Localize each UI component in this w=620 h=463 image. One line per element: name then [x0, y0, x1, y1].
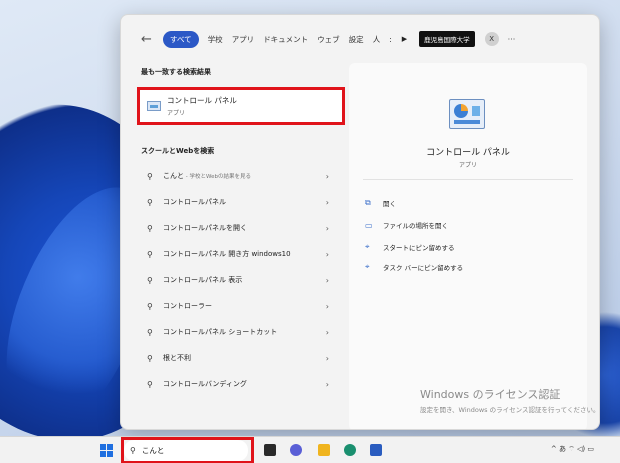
pin-icon: ⌖	[365, 242, 370, 251]
search-icon: ⚲	[147, 353, 153, 363]
filter-overflow[interactable]: :	[389, 35, 392, 44]
search-icon: ⚲	[147, 379, 153, 389]
suggestion-item[interactable]: ⚲ こんと - 学校とWebの結果を見る ›	[135, 166, 345, 186]
suggestion-text: コントロールパネル 開き方 windows10	[163, 250, 291, 258]
suggestion-text: コントロールパネルを開く	[163, 224, 247, 232]
suggestion-text: コントロールパネル 表示	[163, 276, 243, 284]
back-arrow-icon[interactable]: ←	[141, 32, 159, 47]
chat-icon[interactable]	[290, 444, 302, 456]
windows-start-icon[interactable]	[100, 444, 113, 457]
best-match-header: 最も一致する検索結果	[141, 68, 211, 76]
divider	[363, 179, 573, 180]
action-label: タスク バーにピン留めする	[383, 264, 464, 272]
search-icon: ⚲	[147, 249, 153, 259]
filter-documents[interactable]: ドキュメント	[263, 34, 308, 45]
best-match-item[interactable]: コントロール パネル アプリ	[139, 89, 345, 123]
web-search-header: スクールとWebを検索	[141, 147, 215, 155]
chevron-right-icon: ›	[325, 353, 329, 363]
watermark-text: 設定を開き、Windows のライセンス認証を行ってください。	[420, 406, 600, 414]
chevron-right-icon: ›	[325, 197, 329, 207]
file-explorer-icon[interactable]	[318, 444, 330, 456]
open-icon: ⧉	[365, 198, 371, 207]
folder-icon: ▭	[365, 220, 373, 230]
best-match-subtitle: アプリ	[167, 110, 186, 117]
suggestion-item[interactable]: ⚲ コントロールパネル ›	[135, 192, 345, 212]
chevron-right-icon: ›	[325, 171, 329, 181]
suggestion-text: 根と不利	[163, 354, 191, 362]
watermark-title: Windows のライセンス認証	[420, 388, 561, 401]
filter-all[interactable]: すべて	[163, 30, 199, 48]
avatar[interactable]: X	[484, 32, 499, 46]
suggestion-text: コントローラー	[163, 302, 212, 310]
filter-web[interactable]: ウェブ	[317, 34, 340, 45]
suggestion-text: コントロールバンディング	[163, 380, 247, 388]
action-label: ファイルの場所を開く	[383, 222, 448, 230]
chevron-right-icon: ›	[325, 275, 329, 285]
more-filters-arrow-icon[interactable]: ▶	[402, 35, 407, 43]
filter-apps[interactable]: アプリ	[232, 34, 255, 45]
chevron-right-icon: ›	[325, 327, 329, 337]
search-icon: ⚲	[147, 275, 153, 285]
preview-pane: コントロール パネル アプリ ⧉ 開く ▭ ファイルの場所を開く ⌖ スタートに…	[349, 63, 587, 429]
taskbar-search-input[interactable]: ⚲ こんと	[124, 440, 248, 461]
action-open-file-location[interactable]: ▭ ファイルの場所を開く	[365, 217, 448, 233]
search-icon: ⚲	[147, 327, 153, 337]
preview-subtitle: アプリ	[458, 162, 477, 169]
suggestion-item[interactable]: ⚲ コントロールパネル 開き方 windows10 ›	[135, 244, 345, 264]
control-panel-icon	[449, 99, 485, 129]
search-icon: ⚲	[130, 446, 136, 455]
search-icon: ⚲	[147, 223, 153, 233]
action-open[interactable]: ⧉ 開く	[365, 195, 396, 211]
organization-badge[interactable]: 鹿児島国際大学	[419, 31, 475, 47]
filter-settings[interactable]: 設定	[349, 34, 364, 45]
chevron-right-icon: ›	[325, 249, 329, 259]
results-column: 最も一致する検索結果 コントロール パネル アプリ スクールとWebを検索 ⚲ …	[135, 63, 347, 423]
task-view-icon[interactable]	[264, 444, 276, 456]
suggestion-item[interactable]: ⚲ コントローラー ›	[135, 296, 345, 316]
chevron-right-icon: ›	[325, 379, 329, 389]
search-flyout: ← すべて 学校 アプリ ドキュメント ウェブ 設定 人 : ▶ 鹿児島国際大学…	[120, 14, 600, 430]
suggestion-item[interactable]: ⚲ コントロールバンディング ›	[135, 374, 345, 394]
filter-people[interactable]: 人	[373, 34, 381, 45]
search-icon: ⚲	[147, 197, 153, 207]
action-pin-to-taskbar[interactable]: ⌖ タスク バーにピン留めする	[365, 259, 463, 275]
search-icon: ⚲	[147, 301, 153, 311]
store-icon[interactable]	[370, 444, 382, 456]
search-value: こんと	[141, 446, 165, 455]
suggestion-text: こんと	[163, 172, 184, 180]
action-label: スタートにピン留めする	[383, 244, 455, 252]
best-match-title: コントロール パネル	[167, 96, 237, 105]
suggestion-item[interactable]: ⚲ コントロールパネルを開く ›	[135, 218, 345, 238]
chevron-right-icon: ›	[325, 301, 329, 311]
suggestion-subtext: - 学校とWebの結果を見る	[184, 174, 251, 180]
filter-bar: ← すべて 学校 アプリ ドキュメント ウェブ 設定 人 : ▶ 鹿児島国際大学…	[121, 15, 599, 63]
action-pin-to-start[interactable]: ⌖ スタートにピン留めする	[365, 239, 455, 255]
edge-browser-icon[interactable]	[344, 444, 356, 456]
pin-icon: ⌖	[365, 262, 370, 271]
more-options-icon[interactable]: ···	[508, 35, 516, 44]
suggestion-text: コントロールパネル ショートカット	[163, 328, 278, 336]
action-label: 開く	[383, 200, 396, 208]
preview-title: コントロール パネル	[426, 148, 510, 158]
control-panel-icon	[147, 101, 161, 111]
filter-school[interactable]: 学校	[208, 34, 223, 45]
suggestion-item[interactable]: ⚲ コントロールパネル 表示 ›	[135, 270, 345, 290]
suggestion-item[interactable]: ⚲ コントロールパネル ショートカット ›	[135, 322, 345, 342]
activation-watermark: Windows のライセンス認証 設定を開き、Windows のライセンス認証を…	[420, 386, 599, 414]
system-tray[interactable]: ^ あ ⌔ ◁) ▭	[551, 444, 594, 454]
suggestion-item[interactable]: ⚲ 根と不利 ›	[135, 348, 345, 368]
taskbar: ⚲ こんと ^ あ ⌔ ◁) ▭	[0, 436, 620, 463]
chevron-right-icon: ›	[325, 223, 329, 233]
suggestion-text: コントロールパネル	[163, 198, 226, 206]
search-icon: ⚲	[147, 171, 153, 181]
